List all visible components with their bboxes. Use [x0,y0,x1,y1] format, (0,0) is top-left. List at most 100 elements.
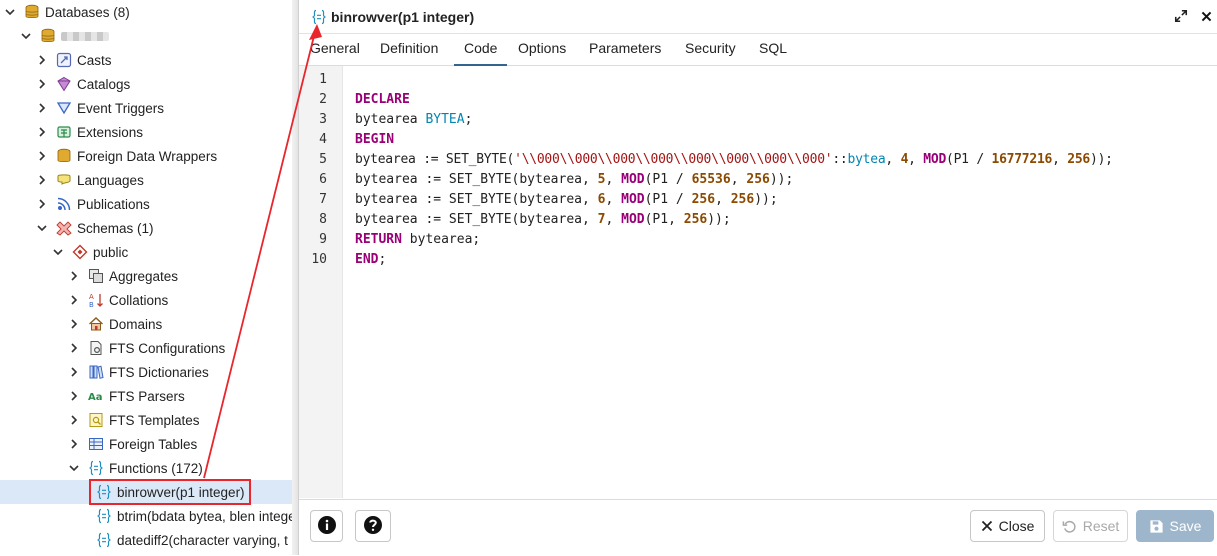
line-number: 5 [319,152,327,167]
chevron-right-icon[interactable] [68,438,80,450]
chevron-right-icon[interactable] [68,390,80,402]
tab-sql[interactable]: SQL [759,39,787,64]
code-token: )); [769,172,794,187]
chevron-down-icon[interactable] [36,222,48,234]
tree-casts[interactable]: Casts [0,48,292,72]
chevron-down-icon[interactable] [68,462,80,474]
chevron-right-icon[interactable] [68,414,80,426]
tree-fts-templates[interactable]: FTS Templates [0,408,292,432]
tree-label: Extensions [77,124,144,140]
save-button-label: Save [1169,518,1202,534]
schema-diamond-icon [72,244,88,260]
code-token: (P1 / [946,152,992,167]
code-line-2: DECLARE [355,92,410,107]
svg-text:A: A [89,293,94,301]
close-x-icon [981,520,993,532]
line-number: 7 [319,192,327,207]
code-line-5: bytearea := SET_BYTE('\\000\\000\\000\\0… [355,152,1113,167]
tree-languages[interactable]: Languages [0,168,292,192]
chevron-right-icon[interactable] [68,342,80,354]
tree-domains[interactable]: Domains [0,312,292,336]
chevron-right-icon[interactable] [68,318,80,330]
chevron-down-icon[interactable] [4,6,16,18]
object-tree: Databases (8) Casts Catalogs Event Trigg… [0,0,292,555]
tree-foreign-tables[interactable]: Foreign Tables [0,432,292,456]
code-token: , [715,192,731,207]
tree-publications[interactable]: Publications [0,192,292,216]
code-token: , [885,152,901,167]
code-token: )); [754,192,778,207]
svg-text:B: B [89,301,94,308]
tab-definition[interactable]: Definition [380,39,438,64]
tab-options[interactable]: Options [518,39,566,64]
tree-label: FTS Parsers [109,388,185,404]
reset-button[interactable]: Reset [1053,510,1128,542]
tree-database[interactable] [0,24,292,48]
tab-security[interactable]: Security [685,39,736,64]
tab-parameters[interactable]: Parameters [589,39,661,64]
line-number: 3 [319,112,327,127]
tree-collations[interactable]: AB Collations [0,288,292,312]
tree-function-btrim[interactable]: btrim(bdata bytea, blen integer) [0,504,292,528]
chevron-down-icon[interactable] [20,30,32,42]
code-token: :: [832,152,848,167]
tree-label: btrim(bdata bytea, blen integer) [117,508,292,524]
code-token: bytearea := SET_BYTE( [355,152,515,167]
code-token: 256 [730,192,755,207]
chevron-right-icon[interactable] [36,174,48,186]
tree-catalogs[interactable]: Catalogs [0,72,292,96]
chevron-right-icon[interactable] [36,126,48,138]
info-button[interactable] [310,510,343,542]
info-icon [317,515,337,538]
chevron-right-icon[interactable] [68,294,80,306]
code-token: BEGIN [355,132,395,147]
chevron-right-icon[interactable] [36,78,48,90]
tree-foreign-data-wrappers[interactable]: Foreign Data Wrappers [0,144,292,168]
chevron-right-icon[interactable] [36,54,48,66]
code-token: bytearea [355,112,426,127]
code-token: 256 [683,212,708,227]
chevron-right-icon[interactable] [36,150,48,162]
publication-icon [56,196,72,212]
code-token: bytearea; [401,232,481,247]
maximize-icon[interactable] [1173,8,1189,24]
close-icon[interactable] [1198,8,1214,24]
line-number: 10 [311,252,327,267]
save-button[interactable]: Save [1136,510,1214,542]
chevron-down-icon[interactable] [52,246,64,258]
function-braces-icon [311,9,327,25]
tree-function-binrowver[interactable]: binrowver(p1 integer) [0,480,292,504]
tree-function-datediff2[interactable]: datediff2(character varying, t [0,528,292,552]
tree-functions[interactable]: Functions (172) [0,456,292,480]
help-button[interactable] [355,510,391,542]
tab-code[interactable]: Code [454,39,508,66]
code-line-8: bytearea := SET_BYTE(bytearea, 7, MOD(P1… [355,212,731,227]
chevron-right-icon[interactable] [68,366,80,378]
close-button[interactable]: Close [970,510,1045,542]
tree-extensions[interactable]: Extensions [0,120,292,144]
tree-fts-parsers[interactable]: Aa FTS Parsers [0,384,292,408]
code-token: END [355,252,379,267]
code-token: 4 [900,152,909,167]
tree-event-triggers[interactable]: Event Triggers [0,96,292,120]
code-token: 256 [1067,152,1091,167]
tab-general[interactable]: General [310,39,360,64]
tree-label: Functions (172) [109,460,203,476]
chevron-right-icon[interactable] [36,102,48,114]
tree-public[interactable]: public [0,240,292,264]
tree-fts-dictionaries[interactable]: FTS Dictionaries [0,360,292,384]
code-token: bytea [847,152,886,167]
dialog-header[interactable]: binrowver(p1 integer) [299,0,1217,34]
line-number: 2 [319,92,327,107]
code-editor[interactable]: 1 2 3 4 5 6 7 8 9 10 DECLARE bytearea BY… [299,66,1217,498]
tree-fts-configurations[interactable]: FTS Configurations [0,336,292,360]
tree-databases[interactable]: Databases (8) [0,0,292,24]
dialog-footer: Close Reset Save [299,499,1217,556]
function-braces-icon [96,508,112,524]
chevron-right-icon[interactable] [68,270,80,282]
tree-schemas[interactable]: Schemas (1) [0,216,292,240]
code-token: , [605,172,622,187]
tree-aggregates[interactable]: Aggregates [0,264,292,288]
function-braces-icon [88,460,104,476]
chevron-right-icon[interactable] [36,198,48,210]
